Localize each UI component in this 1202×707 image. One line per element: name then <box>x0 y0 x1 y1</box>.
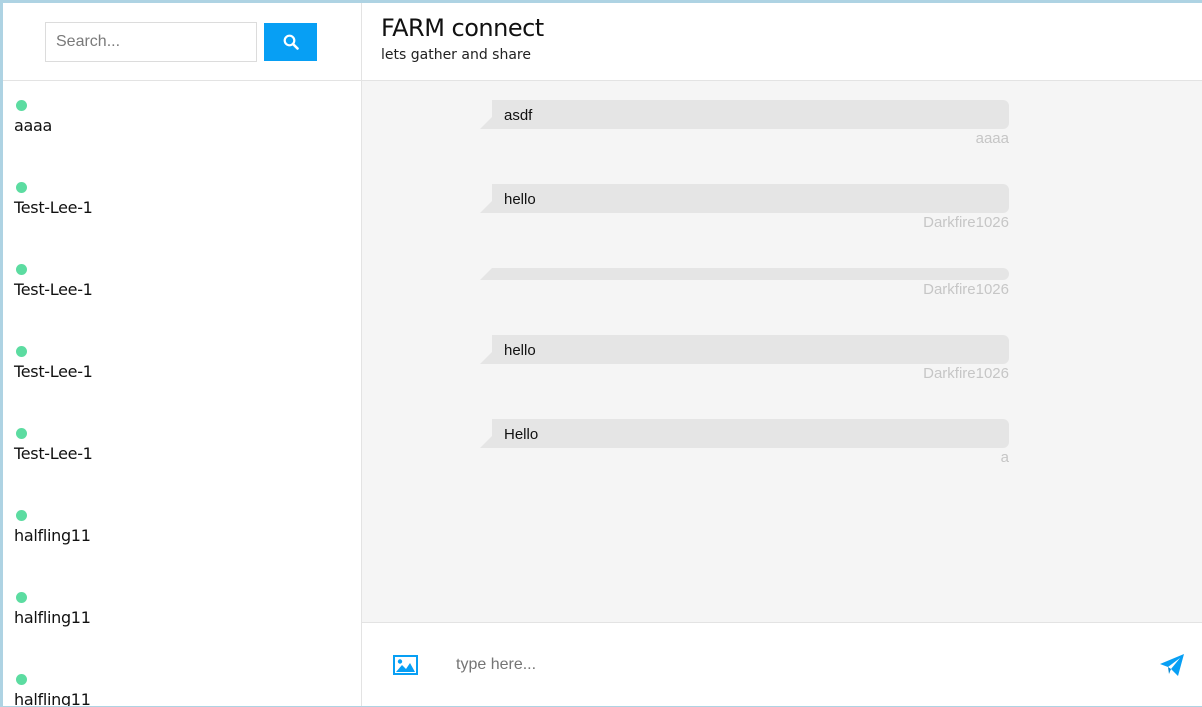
contact-item[interactable]: halfling11 <box>14 655 361 706</box>
message-composer <box>362 622 1202 706</box>
message-bubble: hello <box>480 184 1009 213</box>
message: hello Darkfire1026 <box>480 184 1009 231</box>
chat-header: FARM connect lets gather and share <box>362 3 1202 81</box>
send-icon <box>1160 653 1184 676</box>
message-bubble: asdf <box>480 100 1009 129</box>
image-icon <box>393 654 418 675</box>
contact-list: aaaa Test-Lee-1 Test-Lee-1 Test-Lee-1 Te… <box>3 81 361 706</box>
message-sender: Darkfire1026 <box>923 281 1009 298</box>
contact-name: Test-Lee-1 <box>14 280 93 299</box>
message-bubble: Hello <box>480 419 1009 448</box>
attach-image-button[interactable] <box>393 654 419 676</box>
search-bar <box>3 3 361 81</box>
contact-name: Test-Lee-1 <box>14 444 93 463</box>
contact-name: halfling11 <box>14 690 91 706</box>
message: Hello a <box>480 419 1009 466</box>
contact-item[interactable]: halfling11 <box>14 491 361 573</box>
message-bubble <box>480 268 1009 280</box>
send-button[interactable] <box>1158 651 1186 679</box>
message-sender: Darkfire1026 <box>923 365 1009 382</box>
contact-item[interactable]: Test-Lee-1 <box>14 163 361 245</box>
message-bubble: hello <box>480 335 1009 364</box>
online-status-dot <box>16 510 27 521</box>
contact-item[interactable]: Test-Lee-1 <box>14 327 361 409</box>
online-status-dot <box>16 592 27 603</box>
contact-item[interactable]: Test-Lee-1 <box>14 409 361 491</box>
search-input[interactable] <box>45 21 257 62</box>
contact-name: Test-Lee-1 <box>14 198 93 217</box>
message-input[interactable] <box>456 649 1116 680</box>
chat-panel: FARM connect lets gather and share asdf … <box>362 3 1202 706</box>
sidebar: aaaa Test-Lee-1 Test-Lee-1 Test-Lee-1 Te… <box>3 3 362 706</box>
chat-title: FARM connect <box>381 14 544 42</box>
message-sender: aaaa <box>975 130 1009 147</box>
contact-item[interactable]: Test-Lee-1 <box>14 245 361 327</box>
message-sender: a <box>1000 449 1009 466</box>
online-status-dot <box>16 264 27 275</box>
app-window: aaaa Test-Lee-1 Test-Lee-1 Test-Lee-1 Te… <box>0 0 1202 707</box>
online-status-dot <box>16 674 27 685</box>
contact-item[interactable]: halfling11 <box>14 573 361 655</box>
online-status-dot <box>16 182 27 193</box>
message: hello Darkfire1026 <box>480 335 1009 382</box>
message-list: asdf aaaa hello Darkfire1026 Darkfire102… <box>362 81 1202 622</box>
search-icon <box>283 34 299 50</box>
online-status-dot <box>16 100 27 111</box>
contact-name: halfling11 <box>14 608 91 627</box>
contact-name: aaaa <box>14 116 53 135</box>
search-button[interactable] <box>264 22 317 61</box>
message: Darkfire1026 <box>480 268 1009 298</box>
message-sender: Darkfire1026 <box>923 214 1009 231</box>
contact-item[interactable]: aaaa <box>14 81 361 163</box>
chat-subtitle: lets gather and share <box>381 47 531 63</box>
online-status-dot <box>16 346 27 357</box>
contact-name: Test-Lee-1 <box>14 362 93 381</box>
online-status-dot <box>16 428 27 439</box>
contact-name: halfling11 <box>14 526 91 545</box>
message: asdf aaaa <box>480 100 1009 147</box>
